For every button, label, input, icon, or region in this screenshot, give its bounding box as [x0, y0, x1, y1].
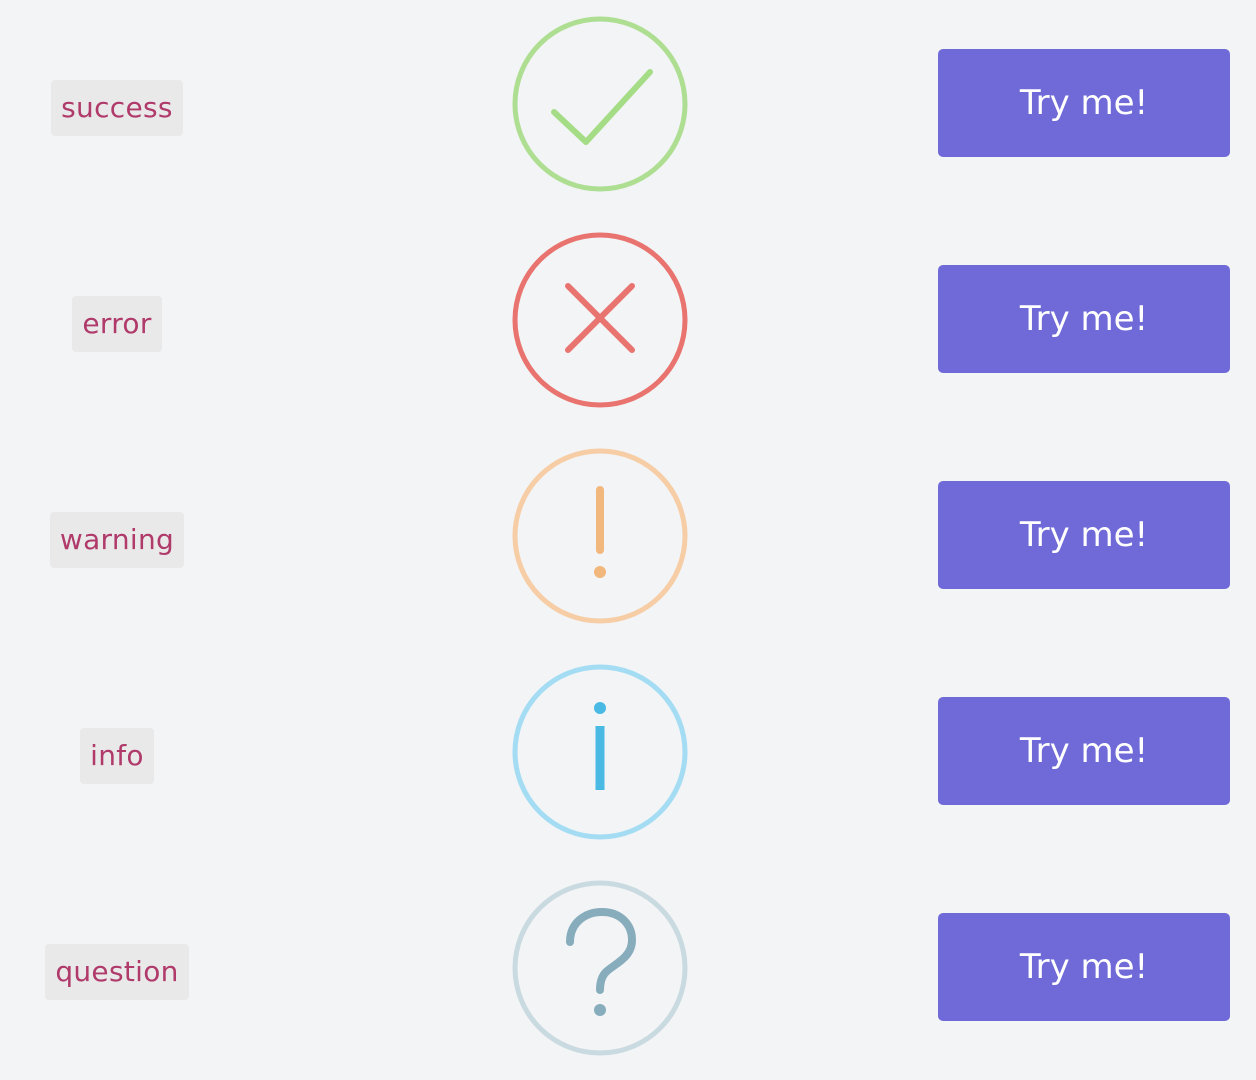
alert-row-warning: warning Try me!	[0, 432, 1256, 648]
try-me-button-info[interactable]: Try me!	[938, 697, 1230, 805]
question-icon	[510, 878, 690, 1058]
info-icon	[510, 662, 690, 842]
try-me-button-success[interactable]: Try me!	[938, 49, 1230, 157]
type-label-warning: warning	[49, 512, 185, 568]
type-label-success: success	[51, 80, 183, 136]
alert-row-info: info Try me!	[0, 648, 1256, 864]
try-me-button-warning[interactable]: Try me!	[938, 481, 1230, 589]
try-me-button-error[interactable]: Try me!	[938, 265, 1230, 373]
alert-row-success: success Try me!	[0, 0, 1256, 216]
try-me-button-question[interactable]: Try me!	[938, 913, 1230, 1021]
warning-icon	[510, 446, 690, 626]
alert-row-error: error Try me!	[0, 216, 1256, 432]
error-icon	[510, 230, 690, 410]
alert-row-question: question Try me!	[0, 864, 1256, 1080]
type-label-info: info	[80, 728, 154, 784]
type-label-question: question	[45, 944, 189, 1000]
success-icon	[510, 14, 690, 194]
type-label-error: error	[72, 296, 162, 352]
